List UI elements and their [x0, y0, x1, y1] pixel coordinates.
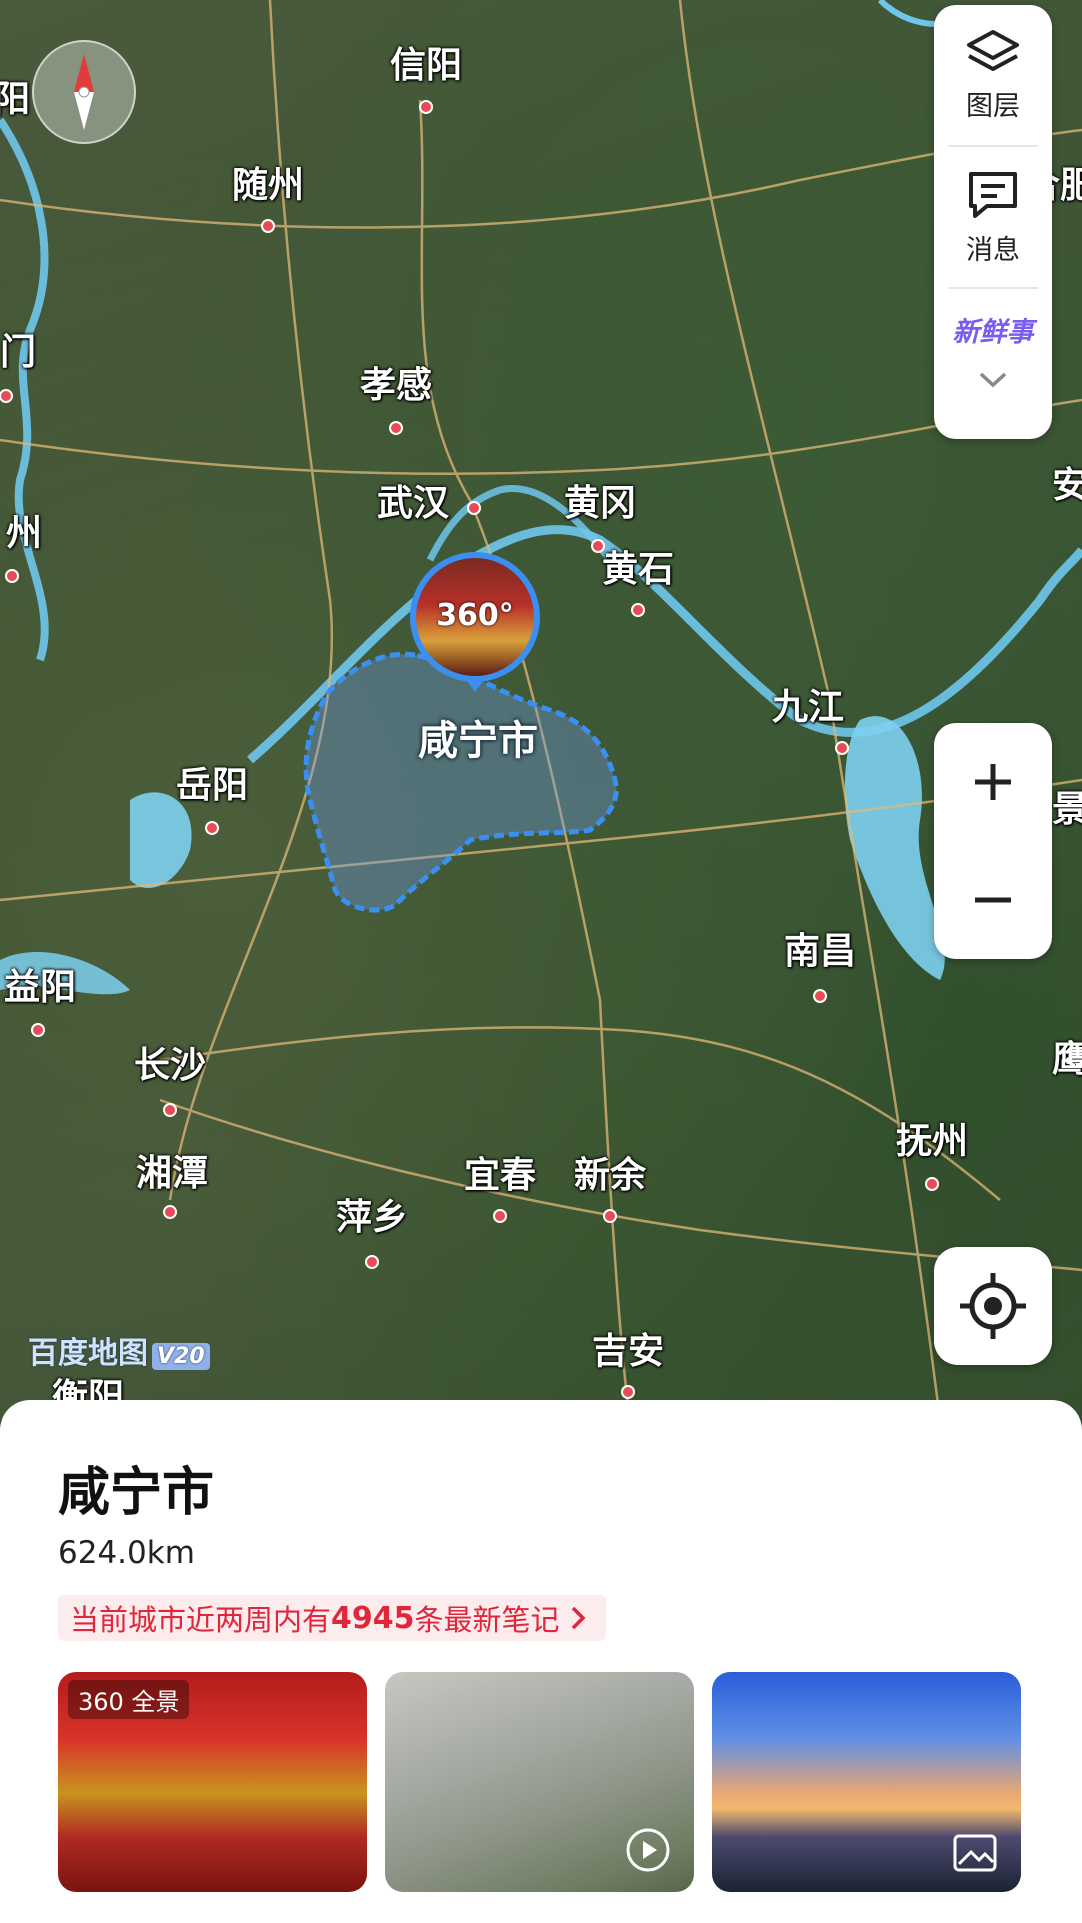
- image-icon: [953, 1834, 997, 1872]
- city-label[interactable]: 南昌: [784, 922, 856, 974]
- map-watermark: 百度地图 V20: [28, 1328, 210, 1372]
- message-icon: [969, 171, 1017, 218]
- photo-video[interactable]: [385, 1672, 694, 1892]
- city-dot: [261, 219, 275, 233]
- place-info-sheet[interactable]: 咸宁市 624.0km 当前城市近两周内有 4945 条最新笔记 360 全景: [0, 1400, 1082, 1923]
- tool-panel: 图层 消息 新鲜事: [934, 5, 1052, 439]
- map-base-layer: [0, 0, 1082, 1420]
- city-dot: [365, 1255, 379, 1269]
- locate-button[interactable]: [934, 1247, 1052, 1365]
- compass-icon[interactable]: [32, 40, 136, 144]
- city-dot: [5, 569, 19, 583]
- map-view[interactable]: 信阳 随州 阳 门 孝感 武汉 黄冈 黄石 州 九江 岳阳 南昌 益阳 长沙 湘…: [0, 0, 1082, 1420]
- city-dot: [31, 1023, 45, 1037]
- distance-text: 624.0km: [58, 1535, 195, 1571]
- city-label[interactable]: 州: [6, 504, 42, 556]
- city-label[interactable]: 萍乡: [336, 1188, 408, 1240]
- city-label[interactable]: 随州: [232, 156, 304, 208]
- city-dot: [205, 821, 219, 835]
- city-label[interactable]: 信阳: [390, 36, 462, 88]
- zoom-out-icon: [975, 897, 1011, 903]
- city-dot: [835, 741, 849, 755]
- city-label[interactable]: 门: [0, 323, 36, 375]
- city-label[interactable]: 宜春: [464, 1146, 536, 1198]
- city-label[interactable]: 阳: [0, 70, 30, 122]
- city-label[interactable]: 湘潭: [136, 1144, 208, 1196]
- city-label[interactable]: 新余: [574, 1146, 646, 1198]
- city-label[interactable]: 武汉: [377, 474, 449, 526]
- city-dot: [163, 1103, 177, 1117]
- layers-button[interactable]: 图层: [934, 5, 1052, 145]
- city-dot: [163, 1205, 177, 1219]
- city-dot: [603, 1209, 617, 1223]
- city-dot: [621, 1385, 635, 1399]
- city-label[interactable]: 岳阳: [176, 756, 248, 808]
- city-label[interactable]: 黄冈: [564, 474, 636, 526]
- city-label[interactable]: 九江: [772, 678, 844, 730]
- chevron-down-icon: [979, 372, 1007, 388]
- city-dot: [493, 1209, 507, 1223]
- city-label[interactable]: 孝感: [360, 356, 432, 408]
- expand-button[interactable]: [934, 369, 1052, 419]
- city-dot: [467, 501, 481, 515]
- panorama-tag: 360 全景: [68, 1680, 190, 1719]
- chevron-right-icon: [571, 1606, 586, 1630]
- city-dot: [419, 100, 433, 114]
- notes-count: 4945: [331, 1600, 415, 1636]
- city-label[interactable]: 黄石: [602, 540, 674, 592]
- city-label[interactable]: 吉安: [592, 1322, 664, 1374]
- version-badge: V20: [152, 1343, 210, 1370]
- city-label[interactable]: 益阳: [4, 958, 76, 1010]
- city-label[interactable]: 长沙: [134, 1036, 206, 1088]
- play-icon: [626, 1828, 670, 1872]
- photo-panorama[interactable]: 360 全景: [58, 1672, 367, 1892]
- messages-label: 消息: [966, 234, 1020, 266]
- city-label[interactable]: 鹰: [1052, 1030, 1082, 1082]
- locate-icon: [960, 1273, 1026, 1339]
- messages-button[interactable]: 消息: [934, 147, 1052, 287]
- notes-suffix: 条最新笔记: [414, 1603, 560, 1637]
- city-dot: [631, 603, 645, 617]
- photo-strip: 360 全景: [58, 1672, 1021, 1892]
- notes-prefix: 当前城市近两周内有: [70, 1603, 332, 1637]
- city-label[interactable]: 抚州: [896, 1112, 968, 1164]
- pano-360-badge: 360°: [436, 598, 514, 634]
- city-label[interactable]: 安: [1052, 456, 1082, 508]
- zoom-in-icon: [975, 764, 1011, 800]
- photo-image[interactable]: [712, 1672, 1021, 1892]
- region-boundary[interactable]: [303, 651, 619, 913]
- zoom-in-button[interactable]: [934, 723, 1052, 841]
- city-dot: [389, 421, 403, 435]
- region-label[interactable]: 咸宁市: [418, 708, 538, 766]
- place-title: 咸宁市: [58, 1463, 215, 1523]
- zoom-out-button[interactable]: [934, 841, 1052, 959]
- layers-icon: [967, 29, 1019, 71]
- zoom-panel: [934, 723, 1052, 959]
- city-dot: [813, 989, 827, 1003]
- fresh-news-button[interactable]: 新鲜事: [934, 289, 1052, 369]
- pin-pointer: [465, 678, 485, 692]
- city-dot: [925, 1177, 939, 1191]
- city-label[interactable]: 景: [1052, 780, 1082, 832]
- panorama-pin[interactable]: 360°: [410, 552, 540, 682]
- notes-link[interactable]: 当前城市近两周内有 4945 条最新笔记: [58, 1595, 606, 1641]
- layers-label: 图层: [966, 90, 1020, 122]
